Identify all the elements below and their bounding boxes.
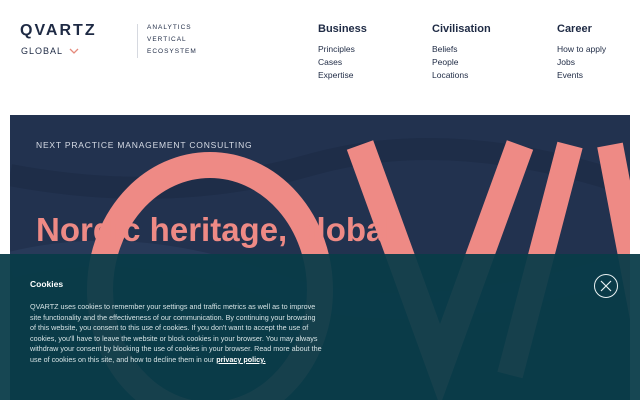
- hero-eyebrow: NEXT PRACTICE MANAGEMENT CONSULTING: [36, 140, 253, 150]
- menu-civilisation: Civilisation Beliefs People Locations: [432, 23, 491, 80]
- subnav-ecosystem[interactable]: ECOSYSTEM: [147, 48, 197, 55]
- privacy-policy-link[interactable]: privacy policy.: [216, 355, 265, 364]
- cookie-banner: Cookies QVARTZ uses cookies to remember …: [0, 254, 640, 400]
- cookie-text: QVARTZ uses cookies to remember your set…: [30, 302, 322, 366]
- menu-item-beliefs[interactable]: Beliefs: [432, 44, 491, 54]
- menu-item-how-to-apply[interactable]: How to apply: [557, 44, 606, 54]
- region-label: GLOBAL: [21, 46, 64, 56]
- menu-item-cases[interactable]: Cases: [318, 57, 367, 67]
- cookie-body: QVARTZ uses cookies to remember your set…: [30, 302, 322, 364]
- site-header: QVARTZ GLOBAL ANALYTICS VERTICAL ECOSYST…: [0, 0, 640, 115]
- subnav-vertical[interactable]: VERTICAL: [147, 36, 197, 43]
- sub-navigation: ANALYTICS VERTICAL ECOSYSTEM: [147, 24, 197, 55]
- menu-item-people[interactable]: People: [432, 57, 491, 67]
- hero-title: Nordic heritage, global: [36, 211, 394, 248]
- close-cookie-button[interactable]: [594, 274, 618, 298]
- menu-business: Business Principles Cases Expertise: [318, 23, 367, 80]
- cookie-title: Cookies: [30, 279, 64, 289]
- subnav-analytics[interactable]: ANALYTICS: [147, 24, 197, 31]
- menu-item-events[interactable]: Events: [557, 70, 606, 80]
- menu-item-principles[interactable]: Principles: [318, 44, 367, 54]
- menu-business-title[interactable]: Business: [318, 23, 367, 35]
- menu-item-locations[interactable]: Locations: [432, 70, 491, 80]
- logo[interactable]: QVARTZ: [20, 22, 97, 40]
- menu-civilisation-title[interactable]: Civilisation: [432, 23, 491, 35]
- close-icon: [600, 280, 612, 292]
- menu-item-jobs[interactable]: Jobs: [557, 57, 606, 67]
- header-divider: [137, 24, 138, 58]
- menu-career: Career How to apply Jobs Events: [557, 23, 606, 80]
- menu-item-expertise[interactable]: Expertise: [318, 70, 367, 80]
- chevron-down-icon: [69, 48, 79, 54]
- region-selector[interactable]: GLOBAL: [21, 46, 79, 56]
- menu-career-title[interactable]: Career: [557, 23, 606, 35]
